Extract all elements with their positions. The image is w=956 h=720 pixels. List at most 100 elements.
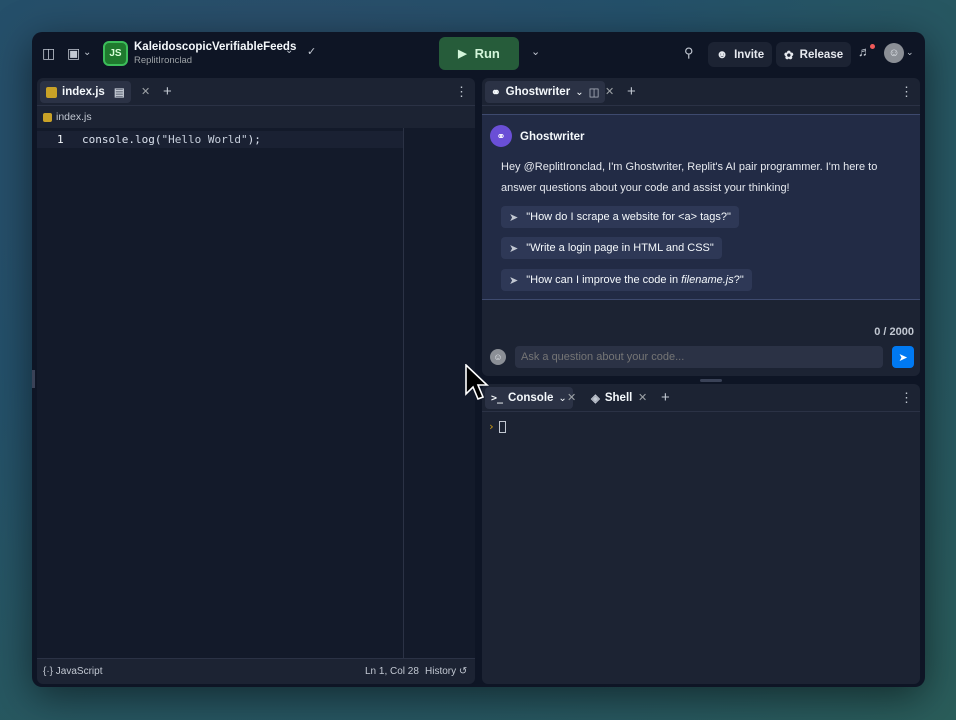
ghostwriter-icon: ⚭ — [491, 87, 501, 99]
chevron-down-icon[interactable]: ⌄ — [83, 47, 91, 58]
chevron-down-icon[interactable]: ⌄ — [575, 87, 583, 98]
tab-shell[interactable]: ◈ Shell — [585, 387, 638, 409]
search-icon[interactable]: ⚲ — [684, 45, 694, 61]
send-icon: ➤ — [509, 211, 519, 224]
close-tab-icon[interactable]: ✕ — [605, 85, 614, 98]
tab-label: index.js — [62, 86, 105, 98]
language-indicator[interactable]: {·} JavaScript — [43, 666, 102, 677]
notification-dot — [870, 44, 875, 49]
suggestion-filename: filename.js — [681, 274, 734, 286]
release-icon: ✿ — [784, 49, 794, 62]
suggestion-text: "Write a login page in HTML and CSS" — [526, 242, 714, 254]
suggestion-part: ?" — [733, 274, 744, 286]
add-tab-icon[interactable]: + — [627, 83, 636, 100]
avatar[interactable]: ☺ — [884, 43, 904, 63]
app-window: ◫ ▣ ⌄ JS KaleidoscopicVerifiableFeeds Re… — [32, 32, 925, 687]
close-tab-icon[interactable]: ✕ — [638, 391, 647, 404]
pane-resize-handle[interactable] — [700, 379, 722, 382]
tab-ghostwriter[interactable]: ⚭ Ghostwriter ⌄ ◫ — [485, 81, 606, 103]
run-label: Run — [474, 46, 500, 61]
editor-tabbar: index.js ▤ ✕ + ⋮ — [37, 78, 475, 106]
invite-label: Invite — [734, 48, 765, 61]
more-options-icon[interactable]: ⋮ — [900, 84, 913, 100]
more-options-icon[interactable]: ⋮ — [455, 84, 468, 100]
suggestion-part: "How can I improve the code in — [526, 274, 682, 286]
send-icon: ➤ — [509, 274, 519, 287]
repl-owner[interactable]: ReplitIronclad — [134, 55, 192, 66]
editor-panel: index.js ▤ ✕ + ⋮ index.js 1 console.log(… — [37, 78, 475, 684]
mouse-cursor-icon — [465, 364, 489, 401]
terminal-icon: >_ — [491, 392, 504, 404]
tab-label: Shell — [604, 392, 633, 404]
line-number: 1 — [57, 133, 64, 146]
ask-input[interactable] — [515, 346, 883, 368]
close-tab-icon[interactable]: ✕ — [567, 391, 576, 404]
suggestion-button[interactable]: ➤ "How can I improve the code in filenam… — [501, 269, 752, 291]
logo-menu-icon[interactable]: ▣ — [67, 45, 80, 62]
run-options-icon[interactable]: ⌄ — [531, 45, 540, 58]
console-output[interactable]: › — [488, 420, 506, 433]
ghostwriter-name: Ghostwriter — [520, 131, 585, 143]
history-button[interactable]: History ↺ — [425, 666, 467, 677]
suggestion-button[interactable]: ➤ "Write a login page in HTML and CSS" — [501, 237, 722, 259]
language-label: JavaScript — [55, 666, 103, 677]
shell-icon: ◈ — [591, 393, 600, 405]
code-line[interactable]: console.log("Hello World"); — [82, 133, 261, 146]
history-label: History — [425, 666, 457, 677]
console-prompt: › — [488, 420, 495, 433]
repl-language-icon[interactable]: JS — [103, 41, 128, 66]
history-icon: ↺ — [458, 666, 468, 677]
more-options-icon[interactable]: ⋮ — [900, 390, 913, 406]
tab-index-js[interactable]: index.js ▤ — [40, 81, 131, 103]
code-editor[interactable]: 1 console.log("Hello World"); — [37, 128, 403, 658]
user-avatar: ☺ — [490, 349, 506, 365]
repl-chevron-icon[interactable]: ⌄ — [285, 45, 293, 56]
send-icon: ➤ — [898, 351, 908, 364]
ghostwriter-avatar-icon: ⚭ — [490, 125, 512, 147]
code-token: console.log( — [82, 133, 162, 146]
js-file-icon — [46, 86, 57, 98]
top-bar: ◫ ▣ ⌄ JS KaleidoscopicVerifiableFeeds Re… — [32, 32, 925, 76]
console-tabbar: >_ Console ⌄ ✕ ◈ Shell ✕ + ⋮ — [482, 384, 920, 412]
repl-name[interactable]: KaleidoscopicVerifiableFeeds — [134, 41, 296, 53]
trash-icon[interactable]: ◫ — [589, 85, 600, 99]
ghostwriter-intro: Hey @ReplitIronclad, I'm Ghostwriter, Re… — [501, 161, 878, 194]
send-button[interactable]: ➤ — [892, 346, 914, 368]
js-file-icon — [43, 112, 52, 122]
add-user-icon: ☻ — [716, 48, 729, 61]
chevron-down-icon[interactable]: ⌄ — [558, 393, 566, 404]
breadcrumb-file[interactable]: index.js — [56, 111, 92, 123]
tab-label: Console — [508, 392, 554, 404]
sidebar-resize-handle[interactable] — [32, 370, 35, 388]
close-tab-icon[interactable]: ✕ — [141, 85, 150, 98]
breadcrumb: index.js — [43, 111, 92, 123]
tab-console[interactable]: >_ Console ⌄ — [485, 387, 573, 409]
console-cursor — [498, 421, 506, 433]
suggestion-text: "How can I improve the code in filename.… — [526, 274, 744, 286]
release-button[interactable]: ✿ Release — [776, 42, 852, 67]
char-counter: 0 / 2000 — [874, 326, 914, 338]
cursor-position: Ln 1, Col 28 — [365, 666, 419, 677]
ghostwriter-tabbar: ⚭ Ghostwriter ⌄ ◫ ✕ + ⋮ — [482, 78, 920, 106]
code-string: "Hello World" — [161, 133, 248, 146]
editor-statusbar: {·} JavaScript Ln 1, Col 28 History ↺ — [37, 658, 475, 684]
release-label: Release — [799, 48, 844, 61]
saved-check-icon: ✓ — [307, 46, 317, 58]
code-token: ); — [247, 133, 261, 146]
avatar-chevron-icon[interactable]: ⌄ — [906, 47, 914, 58]
add-tab-icon[interactable]: + — [661, 389, 670, 406]
repl-language-badge: JS — [109, 48, 122, 59]
sidebar-toggle-icon[interactable]: ◫ — [42, 45, 55, 62]
console-panel: >_ Console ⌄ ✕ ◈ Shell ✕ + ⋮ › — [482, 384, 920, 684]
file-history-icon[interactable]: ▤ — [114, 85, 125, 99]
invite-button[interactable]: ☻ Invite — [708, 42, 773, 67]
send-icon: ➤ — [509, 242, 519, 255]
add-tab-icon[interactable]: + — [163, 83, 172, 100]
tab-label: Ghostwriter — [505, 86, 571, 98]
play-icon: ▶ — [458, 48, 467, 60]
suggestion-text: "How do I scrape a website for <a> tags?… — [526, 211, 731, 223]
braces-icon: {·} — [43, 666, 54, 677]
ghostwriter-panel: ⚭ Ghostwriter ⌄ ◫ ✕ + ⋮ ⚭ Ghostwriter He… — [482, 78, 920, 376]
suggestion-button[interactable]: ➤ "How do I scrape a website for <a> tag… — [501, 206, 739, 228]
run-button[interactable]: ▶ Run — [439, 37, 519, 70]
